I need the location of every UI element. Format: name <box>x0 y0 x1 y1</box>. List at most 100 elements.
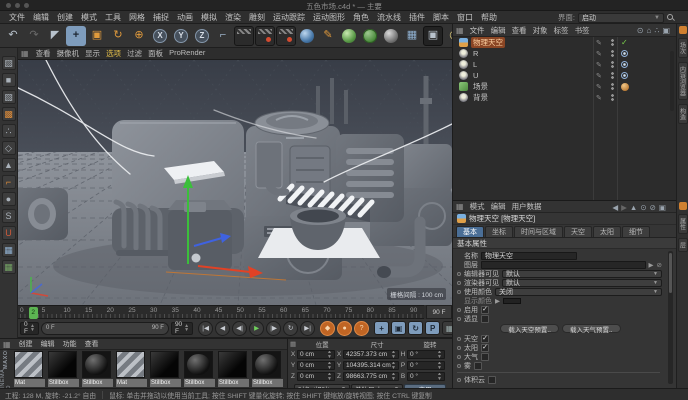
edit-toggle-icon[interactable]: ✎ <box>596 61 602 69</box>
object-row-5[interactable]: 背景 ✎ <box>453 92 676 103</box>
menubar-item-6[interactable]: 捕捉 <box>149 12 173 23</box>
record-keyframe-button[interactable]: ◆ <box>320 320 336 336</box>
attribute-menu-icon[interactable]: ▦ <box>456 202 464 211</box>
axis-mode-icon[interactable]: ⌐ <box>1 175 16 189</box>
camera-object-icon[interactable]: ▣ <box>423 25 443 46</box>
prev-frame-button[interactable]: ◀| <box>232 320 248 336</box>
snap-toggle-icon[interactable]: S <box>1 209 16 223</box>
om-search-icon[interactable]: ⊙ <box>637 26 644 35</box>
menubar-item-10[interactable]: 雕刻 <box>245 12 269 23</box>
am-search-icon[interactable]: ⊙ <box>640 203 646 212</box>
volume-icon[interactable] <box>381 26 401 46</box>
polygon-mode-icon[interactable]: ▲ <box>1 158 16 172</box>
redo-icon[interactable]: ↷ <box>24 26 44 46</box>
viewport-menu-1[interactable]: 摄像机 <box>54 48 83 59</box>
param-checkbox[interactable] <box>481 352 489 361</box>
keyframe-dot-icon[interactable] <box>457 354 461 359</box>
preset-button-0[interactable]: 载入天空预置.. <box>500 324 559 334</box>
material-item-5[interactable]: Stillbox <box>184 351 215 387</box>
menubar-item-2[interactable]: 创建 <box>53 12 77 23</box>
workplane-mode-icon[interactable]: ▦ <box>1 260 16 274</box>
om-path-icon[interactable]: ∴ <box>654 26 659 35</box>
menubar-item-5[interactable]: 网格 <box>125 12 149 23</box>
render-marked-icon[interactable] <box>255 25 275 46</box>
keyframe-dot-icon[interactable] <box>457 336 461 341</box>
record-position-toggle[interactable]: + <box>374 321 390 335</box>
keyframe-dot-icon[interactable] <box>457 377 461 382</box>
texture-axes-mode-icon[interactable]: ▧ <box>1 90 16 104</box>
attribute-tab-5[interactable]: 细节 <box>622 226 650 237</box>
layer-clear-icon[interactable]: ⊘ <box>657 261 662 269</box>
viewport-3d[interactable]: 栅格间隔 : 100 cm <box>18 60 452 305</box>
am-forward-icon[interactable]: ▶ <box>621 203 627 212</box>
target-tag-icon[interactable] <box>621 72 628 79</box>
menubar-item-17[interactable]: 窗口 <box>453 12 477 23</box>
om-frame-icon[interactable]: ▣ <box>662 26 670 35</box>
menubar-item-4[interactable]: 工具 <box>101 12 125 23</box>
right-tab-top-1[interactable]: 内容浏览器 <box>677 62 688 100</box>
om-menu-item-5[interactable]: 书签 <box>572 25 593 36</box>
point-mode-icon[interactable]: ∴ <box>1 124 16 138</box>
play-forwards-button[interactable]: ▶ <box>249 320 265 336</box>
menubar-item-12[interactable]: 运动图形 <box>309 12 349 23</box>
menubar-item-8[interactable]: 模拟 <box>197 12 221 23</box>
right-tab-top-0[interactable]: 场次 <box>677 38 688 58</box>
search-icon[interactable] <box>667 14 674 21</box>
preset-button-1[interactable]: 载入天气预置.. <box>562 324 621 334</box>
edit-toggle-icon[interactable]: ✎ <box>596 39 602 47</box>
attribute-tab-1[interactable]: 坐标 <box>485 226 513 237</box>
make-editable-icon[interactable]: ▨ <box>1 56 16 70</box>
material-tag-icon[interactable] <box>621 82 629 91</box>
viewport-menu-4[interactable]: 过滤 <box>124 48 145 59</box>
am-parent-icon[interactable]: ▲ <box>630 203 637 212</box>
edge-mode-icon[interactable]: ◇ <box>1 141 16 155</box>
om-menu-item-1[interactable]: 编辑 <box>488 25 509 36</box>
keyframe-dot-icon[interactable] <box>457 316 461 321</box>
move-tool-icon[interactable]: + <box>66 25 86 46</box>
am-menu-item-0[interactable]: 模式 <box>467 201 488 212</box>
param-checkbox[interactable] <box>488 375 496 384</box>
material-menu-item-2[interactable]: 功能 <box>59 339 81 349</box>
material-item-1[interactable]: Stillbox <box>48 351 79 387</box>
menubar-item-11[interactable]: 运动跟踪 <box>269 12 309 23</box>
am-lock-icon[interactable]: ⊘ <box>650 203 656 212</box>
goto-end-button[interactable]: ▶| <box>300 320 316 336</box>
object-manager-menu-icon[interactable]: ▦ <box>456 26 464 35</box>
magnet-snap-icon[interactable]: U <box>1 226 16 240</box>
attribute-tab-4[interactable]: 太阳 <box>593 226 621 237</box>
edit-toggle-icon[interactable]: ✎ <box>596 72 602 80</box>
interface-dropdown[interactable]: 启动 ▼ <box>578 12 664 23</box>
om-home-icon[interactable]: ⌂ <box>647 26 652 35</box>
color-expand-icon[interactable]: ▶ <box>495 297 500 305</box>
om-menu-item-2[interactable]: 查看 <box>509 25 530 36</box>
menubar-item-14[interactable]: 流水线 <box>373 12 405 23</box>
material-menu-item-3[interactable]: 查看 <box>81 339 103 349</box>
am-back-icon[interactable]: ◀ <box>612 203 618 212</box>
object-row-4[interactable]: 场景 ✎ <box>453 81 676 92</box>
render-team-icon[interactable] <box>276 25 296 46</box>
param-checkbox[interactable]: ✓ <box>481 343 489 352</box>
target-tag-icon[interactable] <box>621 61 628 68</box>
attribute-tab-3[interactable]: 天空 <box>564 226 592 237</box>
object-manager-scrollbar[interactable] <box>670 51 674 111</box>
name-input[interactable]: 物理天空 <box>481 251 577 260</box>
timeline-ruler[interactable]: 2 0 5 10 15 20 25 30 35 40 45 50 55 60 65 70 75 80 85 90 <box>18 305 424 319</box>
material-item-6[interactable]: Stillbox <box>218 351 249 387</box>
undo-icon[interactable]: ↶ <box>3 26 23 46</box>
material-item-2[interactable]: Stillbox <box>82 351 113 387</box>
color-swatch[interactable] <box>503 297 521 304</box>
param-checkbox[interactable] <box>474 361 482 370</box>
edit-toggle-icon[interactable]: ✎ <box>596 50 602 58</box>
material-menu-item-1[interactable]: 编辑 <box>37 339 59 349</box>
param-checkbox[interactable] <box>481 314 489 323</box>
viewport-menu-5[interactable]: 面板 <box>145 48 166 59</box>
material-menu-item-0[interactable]: 创建 <box>15 339 37 349</box>
record-parameter-toggle[interactable]: P <box>425 321 441 335</box>
lock-y-axis-icon[interactable]: Y <box>171 26 191 46</box>
check-tag-icon[interactable]: ✓ <box>621 38 628 47</box>
param-dropdown[interactable]: 关闭 ▼ <box>495 287 662 296</box>
param-dropdown[interactable]: 默认 ▼ <box>502 278 662 287</box>
spline-pen-icon[interactable]: ✎ <box>318 26 338 46</box>
visibility-dots-icon[interactable] <box>610 38 615 47</box>
position-z-field[interactable]: 0 cm ▲ ▼ <box>297 372 335 381</box>
